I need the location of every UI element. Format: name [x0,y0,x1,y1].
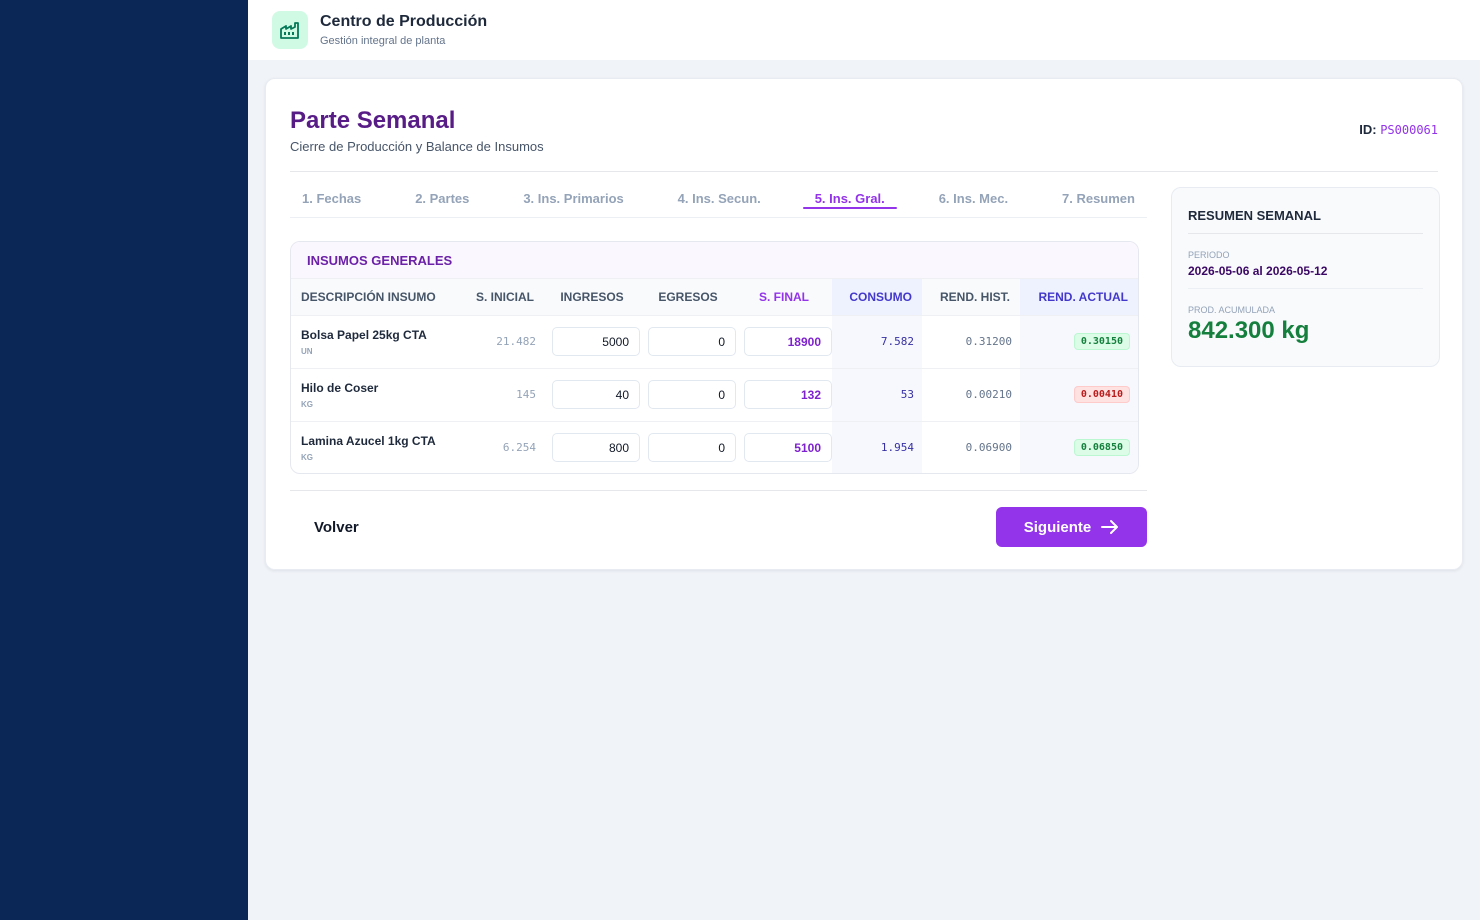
wizard-tabs: 1. Fechas 2. Partes 3. Ins. Primarios 4.… [290,187,1147,218]
table-row: Hilo de Coser KG 145 40 0 132 53 0.00210… [291,368,1138,422]
document-id: ID: PS000061 [1359,122,1438,137]
summary-title: RESUMEN SEMANAL [1188,188,1423,234]
sidebar [0,0,248,920]
header-divider [290,171,1438,172]
insumo-description: Lamina Azucel 1kg CTA KG [291,421,466,473]
insumo-unit: KG [301,452,313,462]
s-final-input[interactable]: 5100 [744,433,832,463]
ingresos-input[interactable]: 40 [552,380,640,409]
app-title: Centro de Producción [320,13,488,30]
factory-icon [272,11,308,49]
insumo-unit: UN [301,346,313,356]
tab-resumen[interactable]: 7. Resumen [1062,187,1135,217]
insumo-unit: KG [301,399,313,409]
col-descripcion: DESCRIPCIÓN INSUMO [291,279,466,316]
prod-acumulada-value: 842.300 kg [1188,317,1310,344]
ingresos-input[interactable]: 5000 [552,327,640,356]
tab-ins-mec[interactable]: 6. Ins. Mec. [939,187,1008,217]
col-s-final: S. FINAL [736,279,832,316]
s-inicial-value: 145 [466,368,544,422]
tab-ins-primarios[interactable]: 3. Ins. Primarios [523,187,623,217]
document-id-label: ID: [1359,122,1377,137]
page-subtitle: Cierre de Producción y Balance de Insumo… [290,139,544,154]
col-consumo: CONSUMO [832,279,922,316]
arrow-right-icon [1101,520,1119,534]
tab-fechas[interactable]: 1. Fechas [302,187,361,217]
back-button[interactable]: Volver [314,519,359,536]
rend-actual-badge: 0.30150 [1073,333,1130,350]
prod-acumulada-label: PROD. ACUMULADA [1188,305,1276,315]
tab-ins-gral[interactable]: 5. Ins. Gral. [802,187,897,217]
consumo-value: 53 [832,368,922,422]
tab-partes[interactable]: 2. Partes [415,187,469,217]
app-subtitle: Gestión integral de planta [320,35,446,47]
top-bar: Centro de Producción Gestión integral de… [248,0,1480,60]
rend-hist-value: 0.06900 [965,441,1012,455]
consumo-value: 7.582 [832,315,922,369]
s-inicial-value: 6.254 [502,441,536,455]
ingresos-input[interactable]: 800 [552,433,640,463]
table-row: Bolsa Papel 25kg CTA UN 21.482 5000 0 18… [291,315,1138,369]
egresos-input[interactable]: 0 [648,327,736,356]
main-card: Parte Semanal Cierre de Producción y Bal… [265,78,1463,570]
insumo-name: Hilo de Coser [301,380,379,395]
insumo-description: Bolsa Papel 25kg CTA UN [291,315,466,369]
footer-divider [290,490,1147,491]
insumo-name: Lamina Azucel 1kg CTA [301,433,436,448]
egresos-input[interactable]: 0 [648,380,736,409]
next-button[interactable]: Siguiente [996,507,1147,547]
table-header-row: DESCRIPCIÓN INSUMO S. INICIAL INGRESOS E… [291,279,1138,316]
s-final-input[interactable]: 132 [744,380,832,409]
insumos-table: DESCRIPCIÓN INSUMO S. INICIAL INGRESOS E… [291,279,1138,473]
col-ingresos: INGRESOS [544,279,640,316]
consumo-value: 1.954 [832,421,922,473]
col-s-inicial: S. INICIAL [466,279,544,316]
brand: Centro de Producción Gestión integral de… [320,13,487,47]
rend-hist-value: 0.31200 [922,315,1020,369]
col-rend-hist: REND. HIST. [922,279,1020,316]
tab-ins-secun[interactable]: 4. Ins. Secun. [678,187,761,217]
s-final-input[interactable]: 18900 [744,327,832,356]
col-egresos: EGRESOS [640,279,736,316]
table-row: Lamina Azucel 1kg CTA KG 6.254 800 0 510… [291,421,1138,473]
page-title: Parte Semanal [290,107,456,134]
next-button-label: Siguiente [1023,518,1092,536]
document-id-value: PS000061 [1380,123,1438,137]
rend-actual-badge: 0.00410 [1073,386,1130,403]
s-inicial-value: 21.482 [466,315,544,369]
col-rend-actual: REND. ACTUAL [1020,279,1138,316]
weekly-summary-panel: RESUMEN SEMANAL PERIODO 2026-05-06 al 20… [1171,187,1440,367]
insumos-generales-table: INSUMOS GENERALES DESCRIPCIÓN INSUMO S. … [290,241,1139,474]
period-label: PERIODO [1188,250,1230,260]
insumo-name: Bolsa Papel 25kg CTA [301,327,427,342]
egresos-input[interactable]: 0 [648,433,736,463]
rend-actual-badge: 0.06850 [1073,439,1130,457]
insumo-description: Hilo de Coser KG [291,368,466,422]
period-value: 2026-05-06 al 2026-05-12 [1188,264,1423,289]
rend-hist-value: 0.00210 [922,368,1020,422]
table-title: INSUMOS GENERALES [291,242,1138,279]
